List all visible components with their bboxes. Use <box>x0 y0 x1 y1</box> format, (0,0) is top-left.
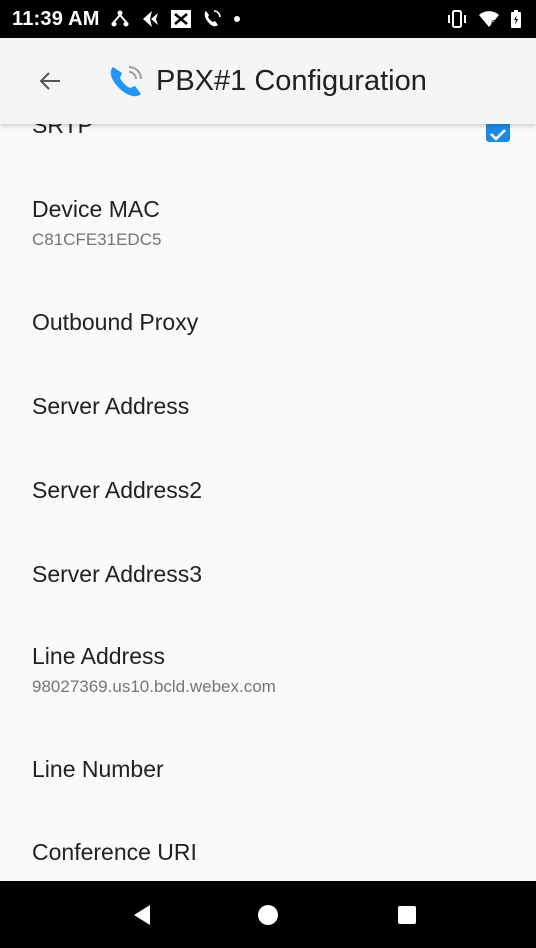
arrow-back-icon <box>39 72 60 90</box>
pref-title: Line Number <box>32 756 164 782</box>
system-nav-bar <box>0 881 536 948</box>
triangle-back-icon <box>134 905 150 925</box>
status-time: 11:39 AM <box>12 7 100 30</box>
pref-title: Server Address3 <box>32 561 203 587</box>
srtp-checkbox[interactable] <box>486 124 510 142</box>
pref-summary: C81CFE31EDC5 <box>32 230 162 249</box>
svg-text:6: 6 <box>491 19 496 28</box>
status-bar: 11:39 AM 6 <box>0 0 536 38</box>
network-tree-icon <box>110 9 130 29</box>
pref-title: Server Address2 <box>32 477 203 503</box>
app-bar: PBX#1 Configuration <box>0 38 536 124</box>
phone-call-icon <box>202 9 222 29</box>
back-button[interactable] <box>30 61 70 101</box>
preferences-list: SRTP Device MAC C81CFE31EDC5 Outbound Pr… <box>0 124 536 881</box>
nav-back-button[interactable] <box>128 901 156 929</box>
pref-title: Conference URI <box>32 839 197 865</box>
pref-server-address2[interactable]: Server Address2 <box>0 452 536 536</box>
pref-server-address[interactable]: Server Address <box>0 368 536 452</box>
app-logo <box>106 60 148 102</box>
notification-icons <box>110 9 242 29</box>
pref-title: Device MAC <box>32 196 160 222</box>
pref-title: Line Address <box>32 643 165 669</box>
pref-srtp[interactable]: SRTP <box>0 124 536 164</box>
message-x-icon <box>170 9 192 29</box>
pref-line-number[interactable]: Line Number <box>0 720 536 804</box>
feather-icon <box>140 9 160 29</box>
checkmark-icon <box>490 129 506 141</box>
pref-title: SRTP <box>32 124 93 138</box>
wifi-icon: 6 <box>478 9 500 29</box>
nav-home-button[interactable] <box>254 901 282 929</box>
circle-home-icon <box>258 905 278 925</box>
pref-title: Outbound Proxy <box>32 309 199 335</box>
phone-call-icon <box>110 66 142 97</box>
pref-device-mac[interactable]: Device MAC C81CFE31EDC5 <box>0 164 536 264</box>
dot-icon <box>232 14 242 24</box>
battery-charging-icon <box>510 9 522 29</box>
pref-summary: 98027369.us10.bcld.webex.com <box>32 677 276 696</box>
pref-title: Server Address <box>32 393 190 419</box>
pref-server-address3[interactable]: Server Address3 <box>0 536 536 620</box>
pref-conference-uri[interactable]: Conference URI <box>0 804 536 881</box>
page-title: PBX#1 Configuration <box>156 64 427 97</box>
nav-recents-button[interactable] <box>393 901 421 929</box>
vibrate-icon <box>446 9 468 29</box>
status-right: 6 <box>446 9 522 29</box>
status-left: 11:39 AM <box>12 8 242 31</box>
pref-line-address[interactable]: Line Address 98027369.us10.bcld.webex.co… <box>0 620 536 720</box>
square-recents-icon <box>398 906 416 924</box>
pref-outbound-proxy[interactable]: Outbound Proxy <box>0 284 536 368</box>
